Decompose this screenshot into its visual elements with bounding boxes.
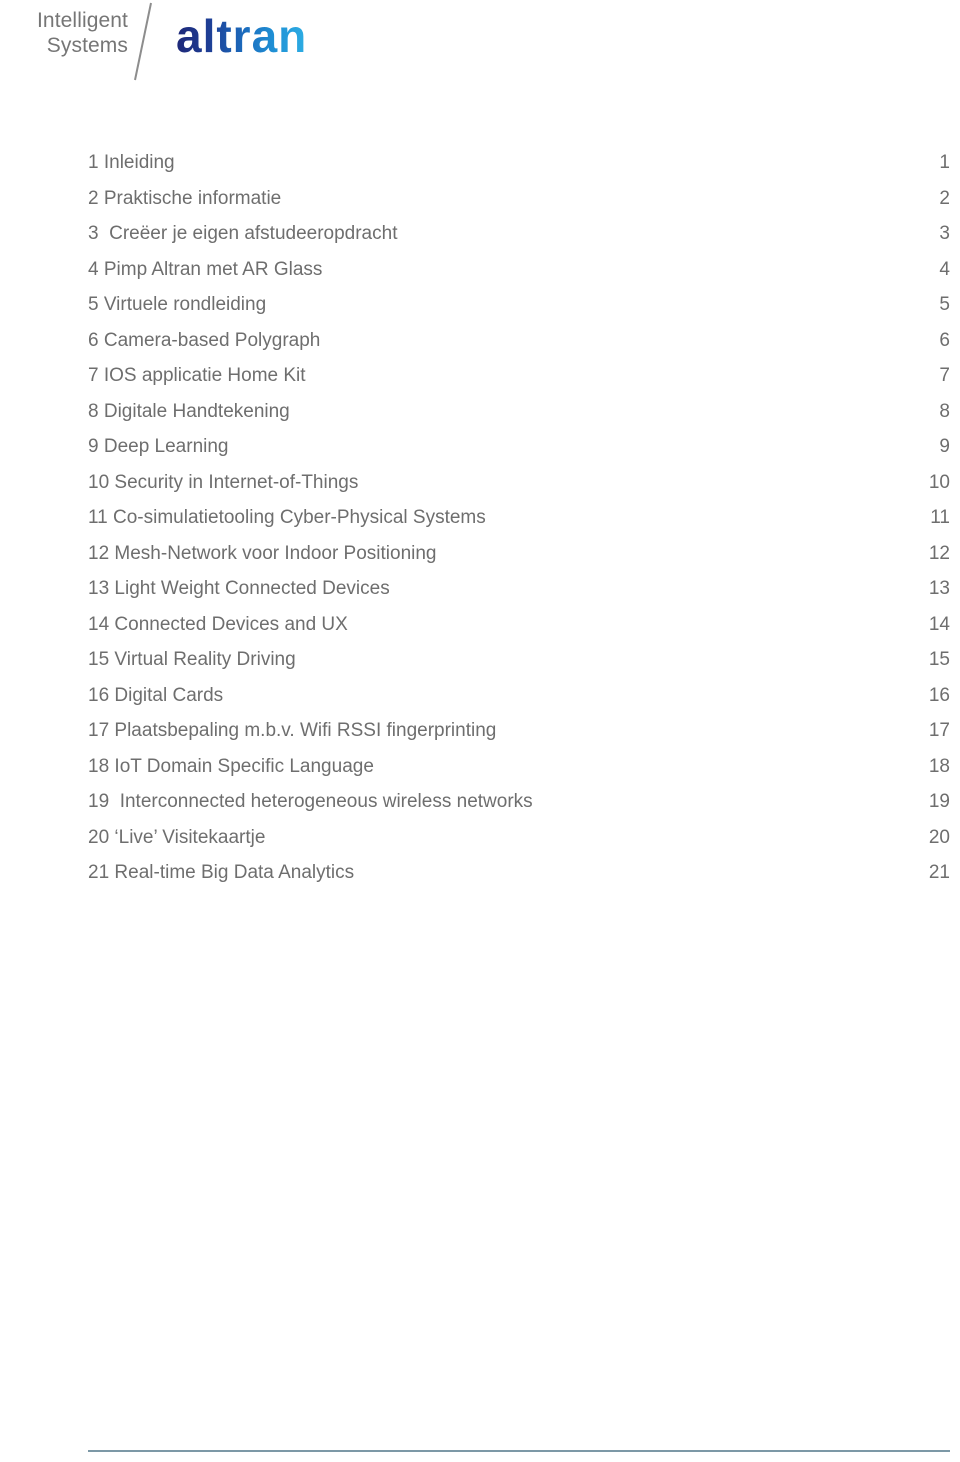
toc-entry[interactable]: 1 Inleiding 1 <box>88 145 950 181</box>
toc-entry-title: 14 Connected Devices and UX <box>88 613 348 635</box>
altran-logo: altran <box>176 10 308 62</box>
toc-entry[interactable]: 21 Real-time Big Data Analytics 21 <box>88 855 950 891</box>
toc-entry[interactable]: 9 Deep Learning 9 <box>88 429 950 465</box>
toc-entry-title: 17 Plaatsbepaling m.b.v. Wifi RSSI finge… <box>88 720 497 741</box>
toc-entry[interactable]: 15 Virtual Reality Driving 15 <box>88 642 950 678</box>
toc-entry-title: 12 Mesh-Network voor Indoor Positioning <box>88 542 437 564</box>
intelligent-systems-logo-line2: Systems <box>46 34 128 57</box>
toc-entry-title: 4 Pimp Altran met AR Glass <box>88 258 323 280</box>
toc-entry-page-number: 10 <box>928 471 950 493</box>
toc-entry-title: 11 Co-simulatietooling Cyber-Physical Sy… <box>88 507 486 528</box>
toc-entry-title: 7 IOS applicatie Home Kit <box>88 365 306 386</box>
toc-entry-page-number: 4 <box>939 258 950 280</box>
toc-entry-title: 10 Security in Internet-of-Things <box>88 471 359 493</box>
toc-entry-title: 15 Virtual Reality Driving <box>88 649 296 670</box>
toc-entry[interactable]: 10 Security in Internet-of-Things 10 <box>88 465 950 501</box>
toc-entry[interactable]: 12 Mesh-Network voor Indoor Positioning 1… <box>88 536 950 572</box>
toc-entry-title: 5 Virtuele rondleiding <box>88 294 267 315</box>
toc-entry[interactable]: 3 Creëer je eigen afstudeeropdracht 3 <box>88 216 950 252</box>
toc-entry-title: 1 Inleiding <box>88 152 175 173</box>
toc-entry[interactable]: 16 Digital Cards 16 <box>88 678 950 714</box>
toc-entry-page-number: 6 <box>939 329 950 351</box>
toc-entry-page-number: 1 <box>939 152 950 173</box>
toc-entry[interactable]: 17 Plaatsbepaling m.b.v. Wifi RSSI finge… <box>88 713 950 749</box>
toc-entry[interactable]: 19 Interconnected heterogeneous wireless… <box>88 784 950 820</box>
toc-entry[interactable]: 4 Pimp Altran met AR Glass 4 <box>88 252 950 288</box>
table-of-contents: 1 Inleiding 1 2 Praktische informatie 2 3 Cr… <box>88 145 950 891</box>
page-header: Intelligent Systems altran <box>0 0 960 90</box>
toc-entry-page-number: 3 <box>939 223 950 244</box>
toc-entry-title: 3 Creëer je eigen afstudeeropdracht <box>88 223 398 244</box>
toc-entry-title: 6 Camera-based Polygraph <box>88 329 321 351</box>
toc-entry-page-number: 18 <box>928 755 950 777</box>
toc-entry-page-number: 5 <box>939 294 950 315</box>
toc-entry-page-number: 7 <box>939 365 950 386</box>
toc-entry-page-number: 8 <box>939 400 950 422</box>
toc-entry[interactable]: 7 IOS applicatie Home Kit 7 <box>88 358 950 394</box>
intelligent-systems-logo-line1: Intelligent <box>37 9 128 32</box>
toc-entry[interactable]: 6 Camera-based Polygraph 6 <box>88 323 950 359</box>
toc-entry-title: 18 IoT Domain Specific Language <box>88 755 374 777</box>
toc-entry-title: 9 Deep Learning <box>88 436 229 457</box>
toc-entry[interactable]: 5 Virtuele rondleiding 5 <box>88 287 950 323</box>
toc-entry-page-number: 13 <box>928 578 950 599</box>
toc-entry[interactable]: 8 Digitale Handtekening 8 <box>88 394 950 430</box>
toc-entry-page-number: 9 <box>939 436 950 457</box>
toc-entry-title: 21 Real-time Big Data Analytics <box>88 862 355 883</box>
toc-entry[interactable]: 14 Connected Devices and UX 14 <box>88 607 950 643</box>
toc-entry-page-number: 17 <box>928 720 950 741</box>
toc-entry-page-number: 2 <box>939 187 950 209</box>
toc-entry[interactable]: 11 Co-simulatietooling Cyber-Physical Sy… <box>88 500 950 536</box>
toc-entry-title: 2 Praktische informatie <box>88 187 282 209</box>
toc-entry-page-number: 14 <box>928 613 950 635</box>
diagonal-slash-icon <box>134 2 152 81</box>
toc-entry-page-number: 16 <box>928 684 950 706</box>
toc-entry-title: 19 Interconnected heterogeneous wireless… <box>88 791 533 812</box>
toc-entry[interactable]: 20 ‘Live’ Visitekaartje 20 <box>88 820 950 856</box>
toc-entry-title: 13 Light Weight Connected Devices <box>88 578 390 599</box>
toc-entry-page-number: 20 <box>928 826 950 848</box>
toc-entry-page-number: 12 <box>928 542 950 564</box>
toc-entry[interactable]: 13 Light Weight Connected Devices 13 <box>88 571 950 607</box>
toc-entry[interactable]: 18 IoT Domain Specific Language 18 <box>88 749 950 785</box>
toc-entry-title: 8 Digitale Handtekening <box>88 400 290 422</box>
toc-entry-page-number: 11 <box>930 507 950 528</box>
toc-entry-title: 20 ‘Live’ Visitekaartje <box>88 826 266 848</box>
toc-entry-page-number: 15 <box>928 649 950 670</box>
footer-divider <box>88 1450 950 1452</box>
toc-entry[interactable]: 2 Praktische informatie 2 <box>88 181 950 217</box>
intelligent-systems-logo: Intelligent Systems <box>0 8 128 58</box>
toc-entry-title: 16 Digital Cards <box>88 684 224 706</box>
toc-entry-page-number: 19 <box>928 791 950 812</box>
toc-entry-page-number: 21 <box>928 862 950 883</box>
